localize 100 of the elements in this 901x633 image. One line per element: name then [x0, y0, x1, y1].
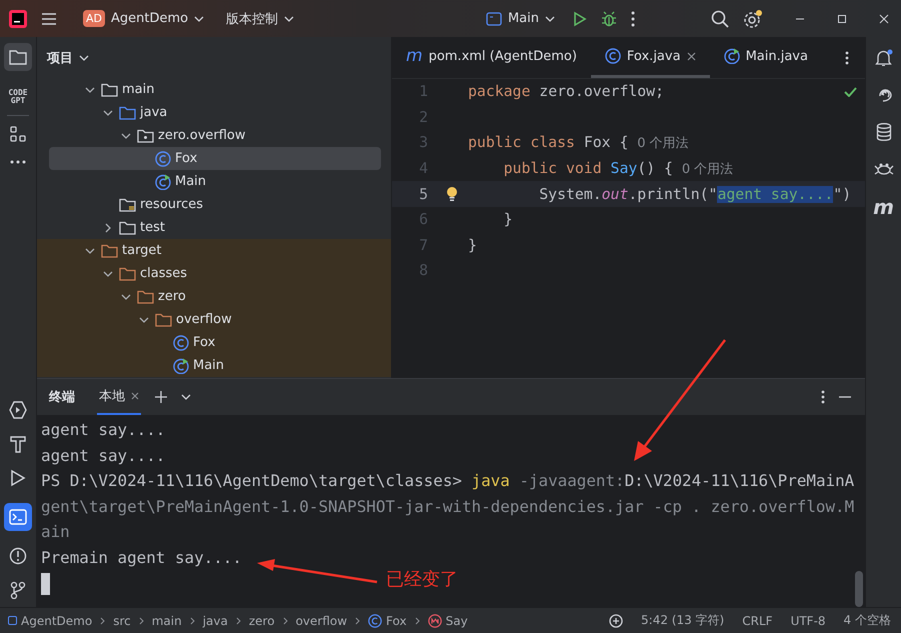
tree-row[interactable]: main: [49, 78, 381, 101]
more-icon[interactable]: [631, 10, 635, 26]
breadcrumb[interactable]: java: [202, 614, 228, 628]
expand-chevron-icon[interactable]: [121, 294, 131, 300]
more-icon[interactable]: [10, 160, 26, 164]
caret-icon: [194, 16, 204, 22]
file-encoding[interactable]: UTF-8: [790, 614, 826, 628]
database-icon[interactable]: [876, 123, 892, 141]
close-icon[interactable]: [879, 14, 889, 24]
code-line: public void Say() { 0 个用法: [502, 160, 734, 178]
debug-icon[interactable]: [601, 10, 617, 26]
breadcrumb[interactable]: Fox: [368, 614, 407, 628]
indent-setting[interactable]: 4 个空格: [844, 612, 891, 629]
collapse-chevron-icon[interactable]: [105, 222, 111, 232]
expand-chevron-icon[interactable]: [85, 248, 95, 254]
window-icon: [486, 12, 502, 26]
run-config-selector[interactable]: Main: [482, 8, 559, 29]
scrollbar[interactable]: [855, 571, 863, 607]
folder-icon: [119, 266, 136, 280]
terminal-line: gent\target\PreMainAgent-1.0-SNAPSHOT-jar-with-dependencies.jar -cp . zero.overflow.M: [41, 496, 856, 518]
editor-tab[interactable]: m pom.xml (AgentDemo): [392, 37, 591, 78]
git-icon[interactable]: [10, 581, 26, 599]
project-badge: AD: [83, 10, 105, 27]
breadcrumb[interactable]: AgentDemo: [8, 614, 92, 628]
breadcrumb[interactable]: overflow: [296, 614, 348, 628]
active-editor-tab[interactable]: Fox.java: [590, 37, 710, 78]
folder-icon: [119, 220, 136, 234]
run-icon[interactable]: [573, 10, 587, 26]
chevron-right-icon: [414, 616, 420, 624]
class-icon: [173, 334, 189, 350]
add-icon[interactable]: [155, 391, 167, 403]
code-line: package zero.overflow;: [468, 83, 664, 100]
breadcrumb[interactable]: src: [113, 614, 131, 628]
minimize-icon[interactable]: [839, 396, 851, 398]
folder-icon: [137, 290, 154, 304]
vcs-menu[interactable]: 版本控制: [222, 6, 298, 30]
caret-icon[interactable]: [181, 394, 191, 400]
run-icon[interactable]: [10, 469, 26, 487]
tree-row[interactable]: resources: [49, 193, 381, 216]
check-icon: [844, 87, 857, 97]
notifications-icon[interactable]: [874, 49, 892, 67]
build-icon[interactable]: [9, 435, 27, 453]
more-icon[interactable]: [845, 50, 849, 64]
breadcrumb[interactable]: Say: [428, 614, 468, 628]
expand-chevron-icon[interactable]: [103, 110, 113, 116]
tree-item-label: main: [122, 82, 154, 97]
editor-tab[interactable]: Main.java: [710, 37, 822, 78]
code-line: System.out.println("agent say...."): [538, 186, 852, 203]
close-icon[interactable]: [686, 52, 696, 60]
expand-chevron-icon[interactable]: [139, 316, 149, 322]
maven-icon[interactable]: m: [873, 197, 894, 217]
menu-icon[interactable]: [41, 12, 57, 26]
chevron-right-icon: [100, 616, 106, 624]
caret-icon: [284, 16, 294, 22]
project-switcher[interactable]: AD AgentDemo: [79, 7, 208, 30]
chevron-right-icon: [282, 616, 288, 624]
code-gpt-logo[interactable]: CODE GPT: [5, 89, 31, 105]
tree-item-label: resources: [140, 197, 204, 212]
terminal-line: agent say....: [41, 419, 166, 441]
expand-chevron-icon[interactable]: [103, 270, 113, 276]
annotation-label: 已经变了: [386, 568, 458, 591]
tree-row[interactable]: test: [49, 216, 381, 239]
search-icon[interactable]: [711, 10, 729, 28]
tree-row[interactable]: Main: [49, 170, 381, 193]
breadcrumb[interactable]: main: [152, 614, 182, 628]
breadcrumb[interactable]: zero: [248, 614, 275, 628]
folder-icon: [119, 198, 136, 212]
selected-tree-row[interactable]: Fox: [49, 147, 381, 170]
close-icon[interactable]: [131, 392, 139, 400]
more-icon[interactable]: [821, 390, 825, 404]
tree-row[interactable]: zero.overflow: [49, 124, 381, 147]
line-ending[interactable]: CRLF: [742, 614, 773, 628]
cursor-position[interactable]: 5:42 (13 字符): [641, 612, 724, 629]
problems-icon[interactable]: [9, 547, 27, 565]
code-line: }: [502, 211, 513, 228]
crab-icon[interactable]: [874, 161, 894, 177]
tree-item-label: classes: [140, 266, 188, 281]
tab-label: Main.java: [746, 48, 808, 64]
expand-chevron-icon[interactable]: [121, 132, 131, 138]
terminal-tab[interactable]: 本地: [97, 379, 141, 415]
lightbulb-icon[interactable]: [446, 186, 458, 202]
services-icon[interactable]: [9, 401, 27, 419]
tree-row[interactable]: java: [49, 101, 381, 124]
terminal-tool-button[interactable]: [4, 503, 32, 531]
maximize-icon[interactable]: [837, 14, 847, 24]
chevron-right-icon: [138, 616, 144, 624]
app-logo-icon[interactable]: [9, 10, 27, 28]
module-icon: [8, 616, 17, 625]
class-icon: [155, 150, 171, 166]
project-tool-button[interactable]: [4, 43, 32, 71]
folder-icon: [101, 82, 118, 96]
settings-icon[interactable]: [743, 8, 763, 28]
expand-chevron-icon[interactable]: [85, 86, 95, 92]
terminal-icon: [9, 509, 27, 525]
class-icon: [368, 614, 382, 628]
project-view-selector[interactable]: 项目: [43, 46, 93, 70]
tab-label: pom.xml (AgentDemo): [428, 48, 577, 64]
folder-icon: [9, 49, 27, 65]
structure-icon[interactable]: [10, 126, 26, 142]
ai-assistant-icon[interactable]: [609, 614, 624, 628]
